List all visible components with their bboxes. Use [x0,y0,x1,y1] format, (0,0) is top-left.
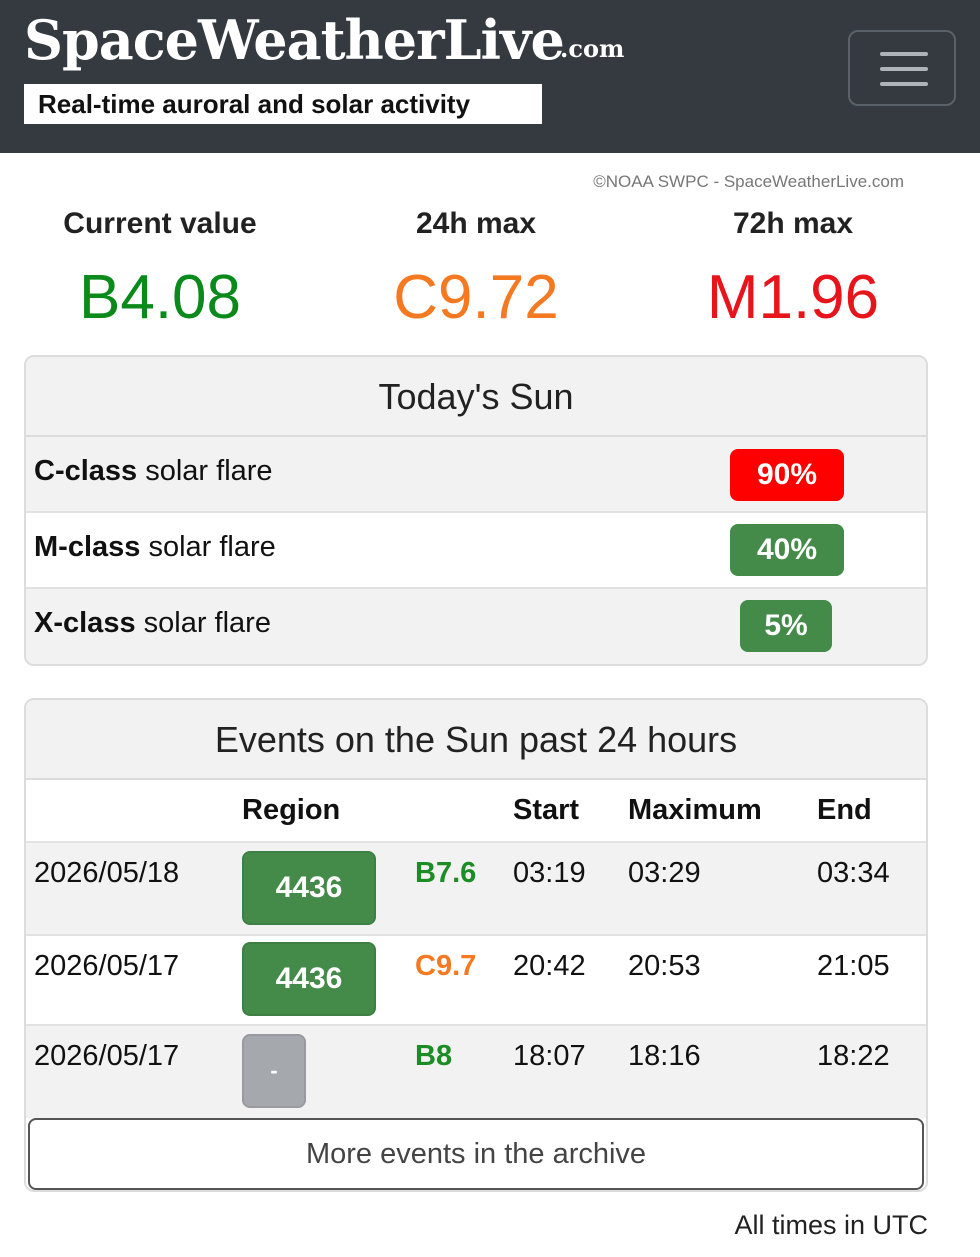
event-end-time: 03:34 [817,857,890,889]
site-logo-tld[interactable]: .com [560,34,624,63]
probability-badge: 40% [730,524,844,576]
data-attribution: ©NOAA SWPC - SpaceWeatherLive.com [593,172,904,191]
flare-class-value: C9.7 [415,950,477,982]
event-maximum-time: 03:29 [628,857,701,889]
stat-current-value: Current value B4.08 [0,204,320,338]
stat-value: B4.08 [78,263,242,332]
event-maximum-time: 20:53 [628,950,701,982]
stat-label: 24h max [415,207,537,240]
flare-label: X-class solar flare [34,607,271,640]
event-start-time: 18:07 [513,1040,586,1072]
event-end-time: 21:05 [817,950,890,982]
site-header: SpaceWeatherLive .com Real-time auroral … [0,0,980,153]
event-date: 2026/05/17 [34,950,180,982]
column-header-end: End [817,794,872,826]
region-badge[interactable]: 4436 [242,942,376,1016]
event-maximum-time: 18:16 [628,1040,701,1072]
timezone-note: All times in UTC [734,1210,928,1240]
flare-label: M-class solar flare [34,531,276,564]
event-start-time: 20:42 [513,950,586,982]
stat-label: Current value [63,207,257,240]
flare-class-value: B7.6 [415,857,477,889]
column-header-region: Region [242,794,341,826]
column-header-start: Start [513,794,580,826]
card-title: Events on the Sun past 24 hours [26,700,926,780]
region-badge: - [242,1034,306,1108]
more-events-archive-button[interactable]: More events in the archive [28,1118,924,1190]
flare-class-value: B8 [415,1040,453,1072]
site-tagline: Real-time auroral and solar activity [24,84,542,124]
stat-label: 72h max [732,207,854,240]
event-date: 2026/05/18 [34,857,180,889]
todays-sun-card: Today's Sun C-class solar flare 90% M-cl… [24,355,928,666]
flare-class: X-class [34,607,136,639]
stat-value: C9.72 [393,263,559,332]
region-badge[interactable]: 4436 [242,851,376,925]
column-header-maximum: Maximum [628,794,762,826]
site-logo[interactable]: SpaceWeatherLive [24,8,565,72]
flare-row-x-class: X-class solar flare 5% [26,589,926,664]
probability-badge: 90% [730,449,844,501]
stat-value: M1.96 [706,263,880,332]
menu-toggle-button[interactable] [848,30,956,106]
event-start-time: 03:19 [513,857,586,889]
flare-class: M-class [34,531,141,563]
table-row: 2026/05/17 4436 C9.7 20:42 20:53 21:05 [26,934,926,1024]
probability-badge: 5% [740,600,832,652]
stat-24h-max: 24h max C9.72 [316,204,636,338]
card-title: Today's Sun [26,357,926,437]
flare-label-text: solar flare [135,607,271,639]
stat-72h-max: 72h max M1.96 [633,204,953,338]
flare-row-c-class: C-class solar flare 90% [26,437,926,513]
event-end-time: 18:22 [817,1040,890,1072]
flare-label-text: solar flare [137,455,273,487]
table-row: 2026/05/18 4436 B7.6 03:19 03:29 03:34 [26,841,926,934]
event-date: 2026/05/17 [34,1040,180,1072]
table-row: 2026/05/17 - B8 18:07 18:16 18:22 [26,1024,926,1118]
flare-row-m-class: M-class solar flare 40% [26,513,926,589]
flare-label-text: solar flare [140,531,276,563]
events-card: Events on the Sun past 24 hours Region S… [24,698,928,1192]
flare-label: C-class solar flare [34,455,273,488]
flare-class: C-class [34,455,138,487]
